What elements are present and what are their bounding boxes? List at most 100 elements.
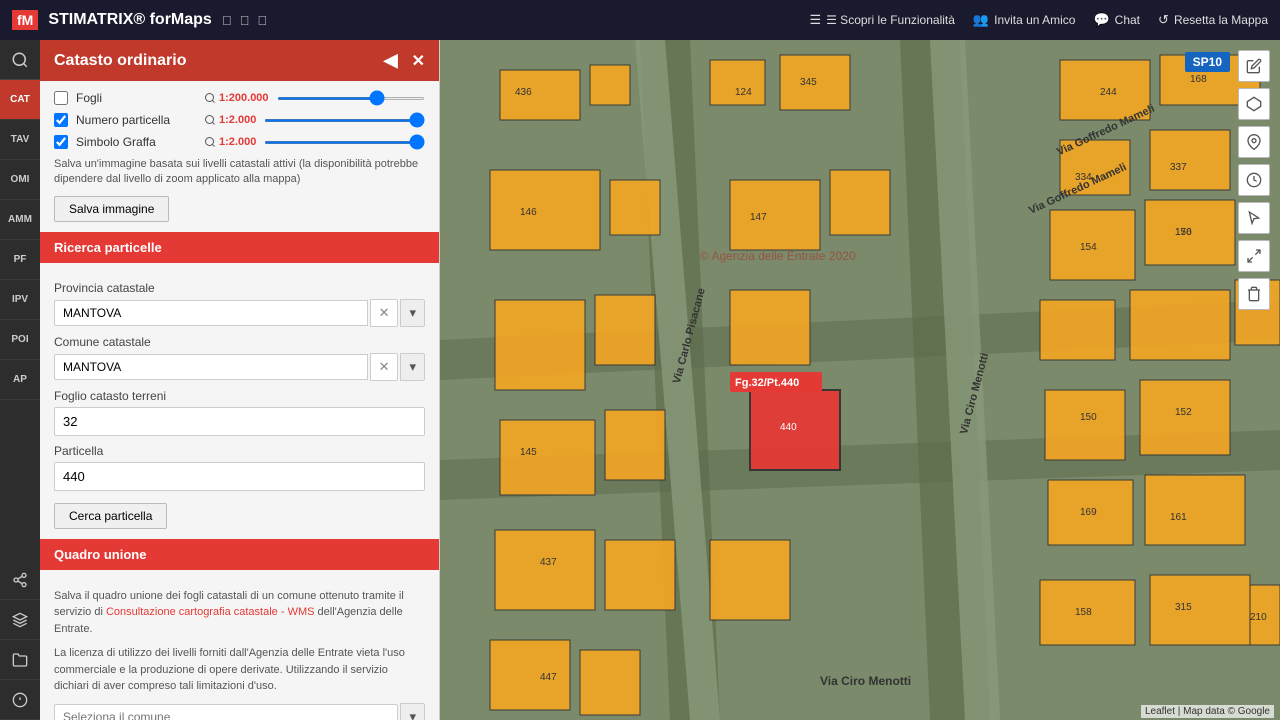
top-navigation: fM STIMATRIX® forMaps    ☰ ☰ Scopri l…: [0, 0, 1280, 40]
numero-zoom-value: 1:2.000: [219, 114, 256, 126]
fogli-slider-container: [277, 97, 425, 100]
pencil-tool-btn[interactable]: [1238, 50, 1270, 82]
erase-tool-btn[interactable]: [1238, 278, 1270, 310]
invite-icon: 👥: [973, 12, 989, 28]
quadro-description: Salva il quadro unione dei fogli catasta…: [54, 588, 425, 638]
particella-label: Particella: [54, 444, 425, 458]
particella-input[interactable]: [54, 462, 425, 491]
numero-slider-container: [264, 119, 425, 122]
comune-input[interactable]: [54, 354, 368, 380]
simbolo-zoom: 1:2.000: [204, 136, 256, 148]
sp-badge: SP10: [1185, 52, 1230, 72]
svg-text:150: 150: [1080, 412, 1097, 423]
fogli-checkbox[interactable]: [54, 91, 68, 105]
svg-text:337: 337: [1170, 162, 1187, 173]
foglio-field: Foglio catasto terreni: [54, 389, 425, 436]
polygon-tool-btn[interactable]: [1238, 88, 1270, 120]
save-hint-text: Salva un'immagine basata sui livelli cat…: [54, 157, 425, 188]
simbolo-slider-container: [264, 141, 425, 144]
svg-text:145: 145: [520, 447, 537, 458]
svg-text:147: 147: [750, 212, 767, 223]
amm-label: AMM: [8, 214, 32, 225]
panel-close-btn[interactable]: ✕: [412, 51, 425, 71]
layer-fogli-row: Fogli 1:200.000: [54, 91, 425, 105]
svg-text:152: 152: [1175, 407, 1192, 418]
chat-icon: 💬: [1093, 12, 1109, 28]
svg-text:156: 156: [1175, 227, 1192, 238]
info-icon-btn[interactable]: [0, 680, 40, 720]
svg-text:437: 437: [540, 557, 557, 568]
map-area[interactable]: 124 345 436 244 168 334 337 146 147 440 …: [440, 40, 1280, 720]
save-image-button[interactable]: Salva immagine: [54, 196, 169, 222]
youtube-icon[interactable]: : [257, 13, 267, 28]
search-tab[interactable]: [0, 40, 40, 80]
features-link[interactable]: ☰ ☰ Scopri le Funzionalità: [809, 12, 954, 28]
simbolo-opacity-slider[interactable]: [264, 141, 425, 144]
comune-dropdown-btn[interactable]: ▾: [400, 353, 425, 381]
chat-link[interactable]: 💬 Chat: [1093, 12, 1140, 28]
numero-label: Numero particella: [76, 113, 196, 127]
sidebar-item-poi[interactable]: POI: [0, 320, 40, 360]
sidebar-item-tav[interactable]: TAV: [0, 120, 40, 160]
ipv-label: IPV: [12, 294, 28, 305]
particella-field: Particella: [54, 444, 425, 491]
wms-link[interactable]: Consultazione cartografia catastale - WM…: [106, 606, 314, 618]
cerca-button[interactable]: Cerca particella: [54, 503, 167, 529]
provincia-clear-btn[interactable]: ✕: [370, 299, 399, 327]
provincia-field: Provincia catastale ✕ ▾: [54, 281, 425, 327]
quadro-section-title: Quadro unione: [40, 539, 439, 570]
comune-label: Comune catastale: [54, 335, 425, 349]
clock-tool-btn[interactable]: [1238, 164, 1270, 196]
sidebar-item-amm[interactable]: AMM: [0, 200, 40, 240]
provincia-dropdown-btn[interactable]: ▾: [400, 299, 425, 327]
numero-zoom: 1:2.000: [204, 114, 256, 126]
numero-opacity-slider[interactable]: [264, 119, 425, 122]
fogli-opacity-slider[interactable]: [277, 97, 425, 100]
facebook-icon[interactable]: : [222, 13, 232, 28]
marker-tool-btn[interactable]: [1238, 126, 1270, 158]
sidebar-item-pf[interactable]: PF: [0, 240, 40, 280]
comune-clear-btn[interactable]: ✕: [370, 353, 399, 381]
cursor-tool-btn[interactable]: [1238, 202, 1270, 234]
numero-checkbox[interactable]: [54, 113, 68, 127]
share-icon-btn[interactable]: [0, 560, 40, 600]
simbolo-zoom-value: 1:2.000: [219, 136, 256, 148]
svg-text:169: 169: [1080, 507, 1097, 518]
svg-text:Via Ciro Menotti: Via Ciro Menotti: [820, 674, 911, 688]
layers-icon-btn[interactable]: [0, 600, 40, 640]
sidebar-item-cat[interactable]: CAT: [0, 80, 40, 120]
panel-toggle-btn[interactable]: ◀: [384, 50, 398, 71]
ricerca-section: Provincia catastale ✕ ▾ Comune catastale…: [40, 263, 439, 539]
logo-fm: fM: [12, 10, 38, 30]
svg-text:Fg.32/Pt.440: Fg.32/Pt.440: [735, 377, 799, 389]
svg-text:440: 440: [780, 422, 797, 433]
folder-icon-btn[interactable]: [0, 640, 40, 680]
tav-label: TAV: [11, 134, 30, 145]
quadro-comune-input[interactable]: [54, 704, 398, 720]
reset-link[interactable]: ↺ Resetta la Mappa: [1158, 12, 1268, 28]
svg-text:345: 345: [800, 77, 817, 88]
invite-link[interactable]: 👥 Invita un Amico: [973, 12, 1076, 28]
sidebar-item-ap[interactable]: AP: [0, 360, 40, 400]
panel-header: Catasto ordinario ◀ ✕: [40, 40, 439, 81]
expand-tool-btn[interactable]: [1238, 240, 1270, 272]
ap-label: AP: [13, 374, 27, 385]
social-links:   : [222, 13, 267, 28]
simbolo-checkbox[interactable]: [54, 135, 68, 149]
sidebar-item-ipv[interactable]: IPV: [0, 280, 40, 320]
svg-text:436: 436: [515, 87, 532, 98]
svg-text:154: 154: [1080, 242, 1097, 253]
panel-title: Catasto ordinario: [54, 52, 186, 70]
left-sidebar: CAT TAV OMI AMM PF IPV POI AP: [0, 40, 40, 720]
sidebar-item-omi[interactable]: OMI: [0, 160, 40, 200]
quadro-comune-dropdown-btn[interactable]: ▾: [400, 703, 425, 720]
reset-icon: ↺: [1158, 12, 1169, 28]
fogli-zoom-value: 1:200.000: [219, 92, 269, 104]
twitter-icon[interactable]: : [240, 13, 250, 28]
provincia-input-row: ✕ ▾: [54, 299, 425, 327]
svg-text:124: 124: [735, 87, 752, 98]
provincia-input[interactable]: [54, 300, 368, 326]
foglio-input[interactable]: [54, 407, 425, 436]
svg-text:146: 146: [520, 207, 537, 218]
simbolo-label: Simbolo Graffa: [76, 135, 196, 149]
